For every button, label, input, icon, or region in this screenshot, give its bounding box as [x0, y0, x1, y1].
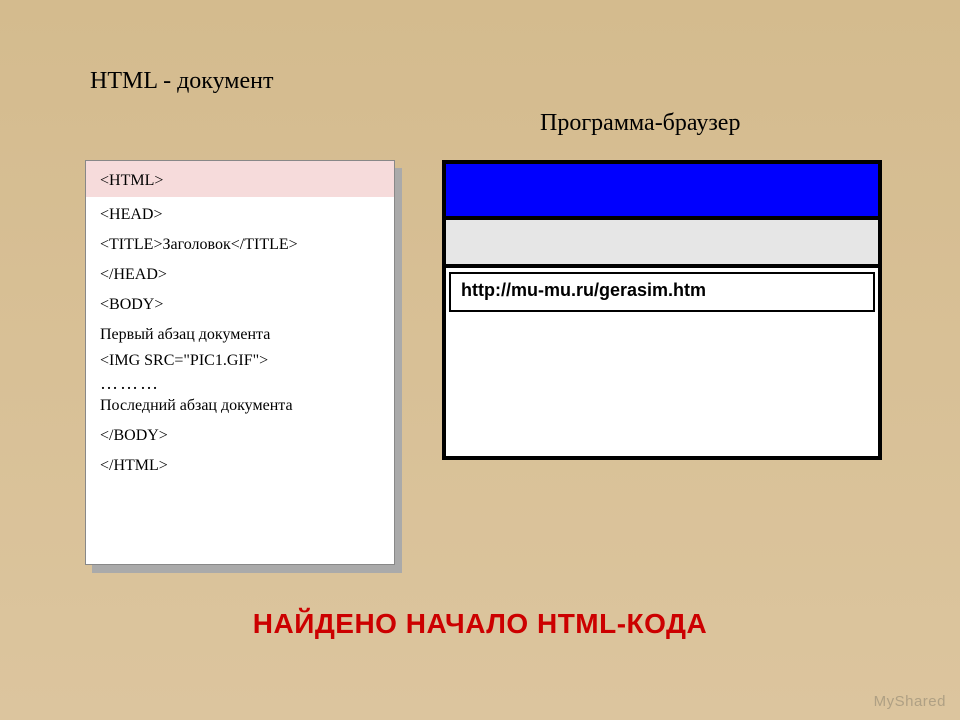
html-document-heading: HTML - документ	[90, 68, 273, 95]
browser-address-bar[interactable]: http://mu-mu.ru/gerasim.htm	[449, 272, 875, 312]
browser-heading: Программа-браузер	[540, 110, 740, 137]
browser-menubar	[446, 220, 878, 268]
code-line-body-open: <BODY>	[86, 287, 394, 317]
browser-window: http://mu-mu.ru/gerasim.htm	[442, 160, 882, 460]
code-line-dots: ………	[86, 373, 394, 394]
code-line-body-close: </BODY>	[86, 418, 394, 448]
code-line-head-open: <HEAD>	[86, 197, 394, 227]
code-panel: <HTML> <HEAD> <TITLE>Заголовок</TITLE> <…	[85, 160, 395, 565]
code-line-img: <IMG SRC="PIC1.GIF">	[86, 347, 394, 373]
code-line-first-paragraph: Первый абзац документа	[86, 317, 394, 347]
code-line-last-paragraph: Последний абзац документа	[86, 394, 394, 418]
main-caption: НАЙДЕНО НАЧАЛО HTML-КОДА	[0, 608, 960, 640]
code-line-head-close: </HEAD>	[86, 257, 394, 287]
watermark: MyShared	[874, 693, 946, 710]
code-line-html-open: <HTML>	[86, 161, 394, 197]
code-line-html-close: </HTML>	[86, 448, 394, 478]
browser-titlebar	[446, 164, 878, 220]
code-line-title: <TITLE>Заголовок</TITLE>	[86, 227, 394, 257]
